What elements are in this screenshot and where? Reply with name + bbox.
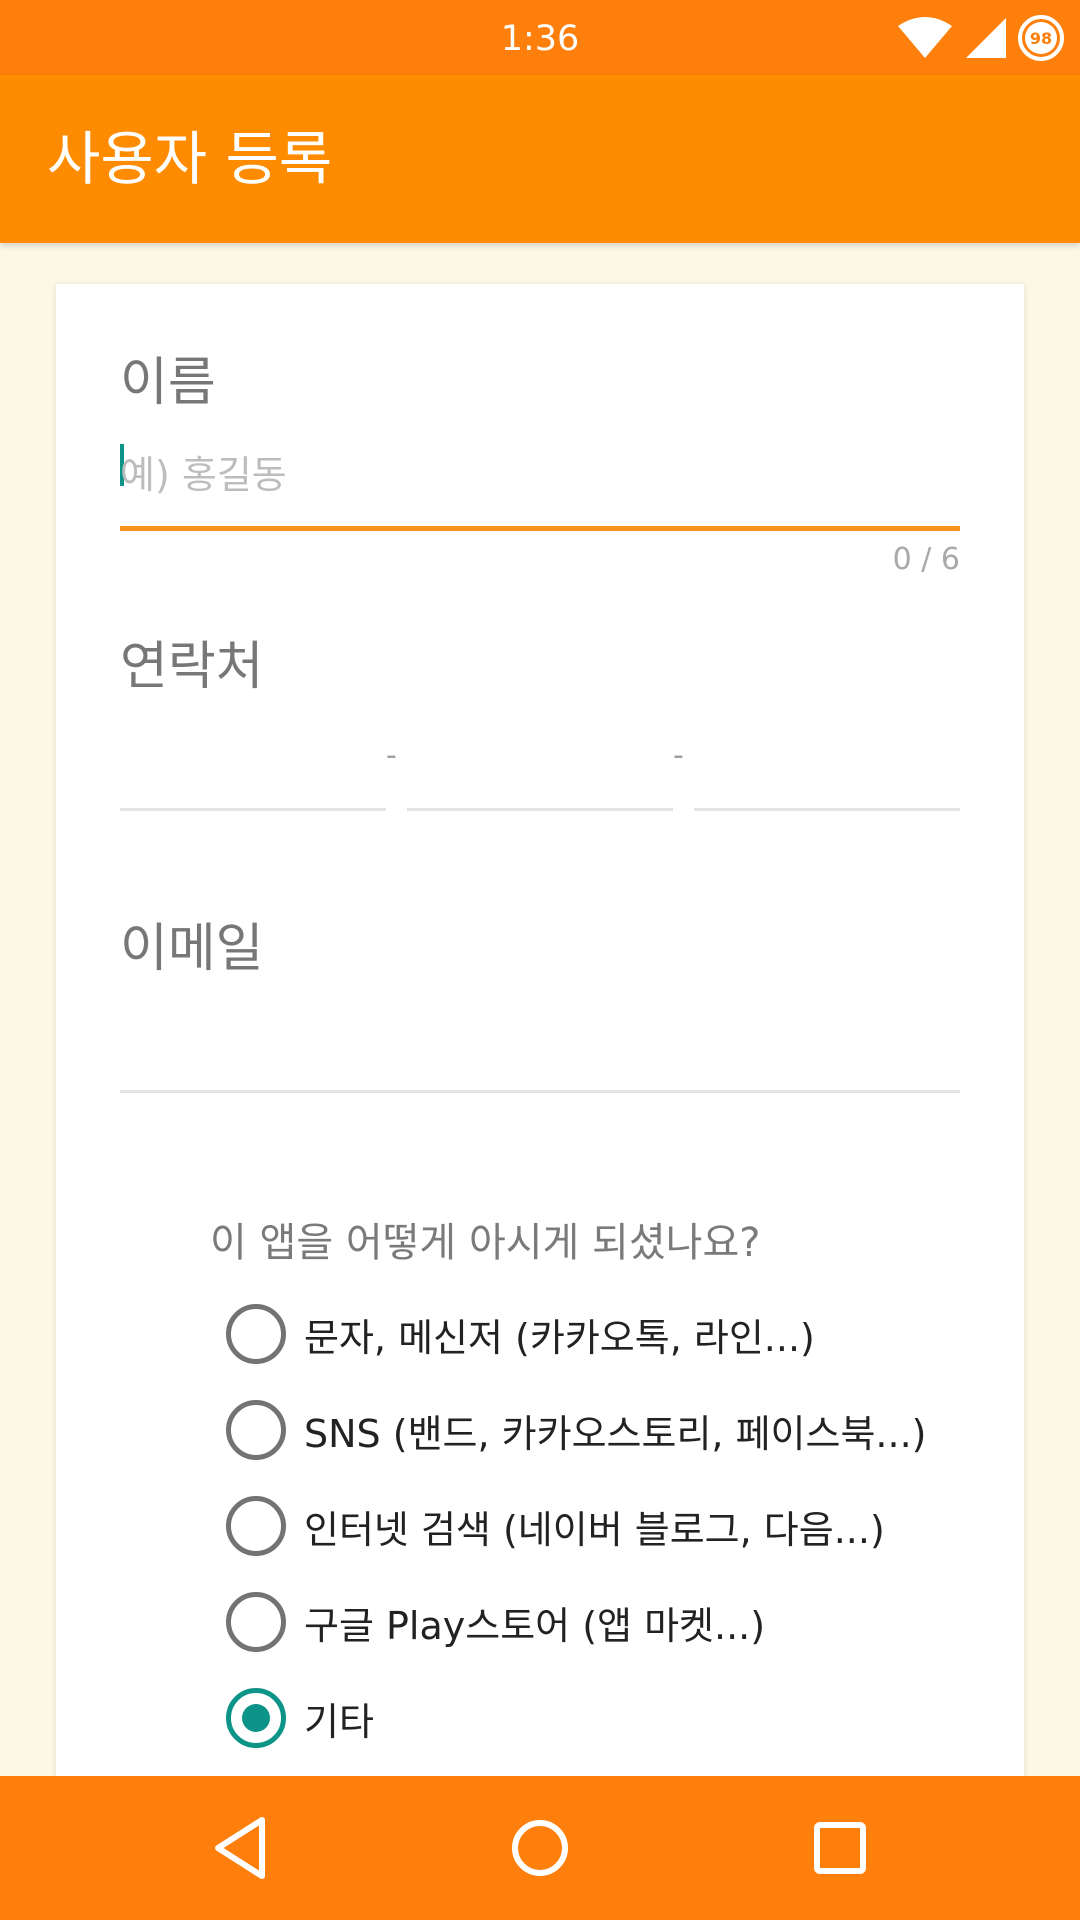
radio-button[interactable] xyxy=(226,1496,286,1556)
option-label: SNS (밴드, 카카오스토리, 페이스북...) xyxy=(304,1411,927,1456)
contact-part-3-underline xyxy=(694,808,960,811)
radio-button[interactable] xyxy=(226,1304,286,1364)
contact-label: 연락처 xyxy=(120,637,264,697)
referral-question: 이 앱을 어떻게 아시게 되셨나요? xyxy=(210,1220,761,1266)
option-label: 문자, 메신저 (카카오톡, 라인...) xyxy=(304,1315,815,1360)
name-label: 이름 xyxy=(120,353,216,413)
contact-part-1-underline xyxy=(120,808,386,811)
registration-card: 이름 예) 홍길동 0 / 6 연락처 - - 이메일 이 앱을 어떻게 아시게… xyxy=(56,284,1024,1784)
home-icon[interactable] xyxy=(504,1812,576,1884)
email-label: 이메일 xyxy=(120,919,264,979)
status-icons: 98 xyxy=(896,12,1064,64)
cell-signal-icon xyxy=(966,18,1006,58)
radio-button-checked[interactable] xyxy=(226,1688,286,1748)
back-icon[interactable] xyxy=(204,1812,276,1884)
contact-part-2-input[interactable] xyxy=(407,724,673,808)
app-bar: 사용자 등록 xyxy=(0,75,1080,243)
wifi-icon xyxy=(898,17,952,58)
contact-part-3-input[interactable] xyxy=(694,724,960,808)
referral-option-sns[interactable]: SNS (밴드, 카카오스토리, 페이스북...) xyxy=(226,1398,926,1462)
referral-option-play-store[interactable]: 구글 Play스토어 (앱 마켓...) xyxy=(226,1590,765,1654)
status-bar: 1:36 98 xyxy=(0,0,1080,75)
contact-separator-2: - xyxy=(673,738,684,773)
option-label: 구글 Play스토어 (앱 마켓...) xyxy=(304,1603,766,1648)
name-input[interactable]: 예) 홍길동 xyxy=(120,444,960,524)
battery-icon: 98 xyxy=(1018,15,1064,61)
contact-part-1-input[interactable] xyxy=(120,724,386,808)
referral-option-other[interactable]: 기타 xyxy=(226,1686,374,1750)
option-label: 인터넷 검색 (네이버 블로그, 다음...) xyxy=(304,1507,885,1552)
contact-separator-1: - xyxy=(386,738,397,773)
battery-level: 98 xyxy=(1025,22,1057,54)
name-char-counter: 0 / 6 xyxy=(892,542,960,577)
email-underline xyxy=(120,1090,960,1093)
option-label: 기타 xyxy=(304,1699,374,1744)
recents-icon[interactable] xyxy=(804,1812,876,1884)
referral-option-web-search[interactable]: 인터넷 검색 (네이버 블로그, 다음...) xyxy=(226,1494,885,1558)
navigation-bar xyxy=(0,1776,1080,1920)
referral-option-messenger[interactable]: 문자, 메신저 (카카오톡, 라인...) xyxy=(226,1302,815,1366)
radio-button[interactable] xyxy=(226,1400,286,1460)
email-input[interactable] xyxy=(120,1004,960,1090)
name-placeholder: 예) 홍길동 xyxy=(120,453,287,497)
radio-button[interactable] xyxy=(226,1592,286,1652)
name-underline xyxy=(120,526,960,531)
contact-part-2-underline xyxy=(407,808,673,811)
page-title: 사용자 등록 xyxy=(47,125,333,193)
